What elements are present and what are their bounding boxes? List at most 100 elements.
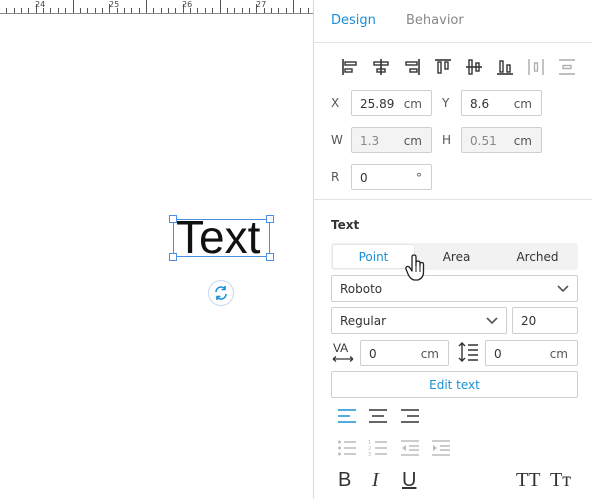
decrease-indent-icon xyxy=(401,440,419,456)
section-divider xyxy=(314,199,592,200)
x-field[interactable]: 25.89 cm xyxy=(351,90,432,116)
ruler-tick xyxy=(249,8,250,13)
edit-text-button[interactable]: Edit text xyxy=(331,371,578,398)
rotation-value: 0 xyxy=(360,171,368,185)
ruler-tick xyxy=(28,8,29,13)
y-value: 8.6 xyxy=(470,97,490,111)
width-unit: cm xyxy=(403,134,422,148)
alignment-toolbar xyxy=(334,55,582,79)
text-align-left-button[interactable] xyxy=(334,405,360,427)
width-field[interactable]: 1.3 cm xyxy=(351,127,432,153)
mode-area-button[interactable]: Area xyxy=(416,243,497,270)
align-bottom-icon xyxy=(496,60,513,75)
align-left-button[interactable] xyxy=(334,55,365,79)
ruler-tick xyxy=(227,8,228,13)
ruler-tick xyxy=(197,8,198,13)
w-label: W xyxy=(331,133,343,147)
text-align-right-icon xyxy=(401,409,419,423)
text-mode-switch: Point Area Arched xyxy=(331,243,578,270)
tab-behavior[interactable]: Behavior xyxy=(406,13,464,28)
ruler-tick xyxy=(21,8,22,13)
bold-button[interactable]: B xyxy=(338,469,351,492)
selected-text-object[interactable]: Text xyxy=(169,214,274,261)
resize-handle-top-left[interactable] xyxy=(169,215,177,223)
rotation-field[interactable]: 0 ° xyxy=(351,164,432,190)
bullet-list-button[interactable] xyxy=(334,437,360,459)
align-top-button[interactable] xyxy=(427,55,458,79)
svg-text:3: 3 xyxy=(368,452,371,457)
increase-indent-button[interactable] xyxy=(428,437,454,459)
numbered-list-button[interactable]: 123 xyxy=(365,437,391,459)
resize-handle-top-right[interactable] xyxy=(266,215,274,223)
letter-spacing-icon-wrap: VA xyxy=(330,341,356,363)
letter-spacing-input[interactable]: 0 cm xyxy=(360,340,449,366)
properties-panel: Design Behavior X 25.89 cm Y 8.6 cm W 1.… xyxy=(313,0,592,498)
align-right-button[interactable] xyxy=(396,55,427,79)
mode-point-button[interactable]: Point xyxy=(332,244,415,269)
letter-spacing-unit: cm xyxy=(420,347,439,361)
decrease-indent-button[interactable] xyxy=(397,437,423,459)
ruler-tick xyxy=(286,8,287,13)
ruler-tick xyxy=(102,8,103,13)
height-field[interactable]: 0.51 cm xyxy=(461,127,542,153)
text-align-center-button[interactable] xyxy=(365,405,391,427)
ruler-tick xyxy=(50,8,51,13)
design-canvas[interactable]: 24 25 26 27 Text xyxy=(0,0,313,498)
ruler-tick xyxy=(308,8,309,13)
line-spacing-value: 0 xyxy=(494,347,502,361)
chevron-down-icon xyxy=(557,285,569,293)
chevron-down-icon xyxy=(486,317,498,325)
font-family-select[interactable]: Roboto xyxy=(331,275,578,302)
horizontal-ruler: 24 25 26 27 xyxy=(0,0,313,14)
resize-handle-bottom-right[interactable] xyxy=(266,253,274,261)
letter-spacing-value: 0 xyxy=(369,347,377,361)
text-align-right-button[interactable] xyxy=(397,405,423,427)
ruler-tick xyxy=(271,8,272,13)
align-middle-v-button[interactable] xyxy=(458,55,489,79)
rotate-icon xyxy=(215,286,227,300)
text-align-left-icon xyxy=(338,409,356,423)
rotate-handle[interactable] xyxy=(208,280,234,306)
panel-tabs: Design Behavior xyxy=(314,0,592,43)
distribute-vertical-button[interactable] xyxy=(551,55,582,79)
ruler-tick xyxy=(65,8,66,13)
distribute-vertical-icon xyxy=(558,59,575,75)
line-spacing-input[interactable]: 0 cm xyxy=(485,340,578,366)
line-spacing-unit: cm xyxy=(549,347,568,361)
align-center-h-button[interactable] xyxy=(365,55,396,79)
line-spacing-icon-wrap xyxy=(455,341,481,363)
ruler-label: 26 xyxy=(182,0,193,9)
ruler-tick xyxy=(153,8,154,13)
resize-handle-bottom-left[interactable] xyxy=(169,253,177,261)
h-label: H xyxy=(442,133,452,147)
increase-indent-icon xyxy=(432,440,450,456)
font-weight-select[interactable]: Regular xyxy=(331,307,507,334)
mode-arched-button[interactable]: Arched xyxy=(497,243,578,270)
ruler-tick xyxy=(124,8,125,13)
line-spacing-icon xyxy=(458,342,478,362)
ruler-tick xyxy=(234,8,235,13)
ruler-tick xyxy=(131,8,132,13)
r-label: R xyxy=(331,170,340,184)
y-field[interactable]: 8.6 cm xyxy=(461,90,542,116)
font-size-input[interactable]: 20 xyxy=(512,307,578,334)
tab-design[interactable]: Design xyxy=(331,13,376,28)
align-right-icon xyxy=(404,59,420,75)
underline-button[interactable]: U xyxy=(402,469,416,492)
ruler-tick xyxy=(175,8,176,13)
align-center-vertical-icon xyxy=(465,59,482,75)
distribute-horizontal-button[interactable] xyxy=(520,55,551,79)
ruler-tick xyxy=(6,8,7,13)
ruler-tick xyxy=(220,0,221,13)
align-top-icon xyxy=(434,59,451,74)
ruler-tick xyxy=(58,8,59,13)
ruler-label: 25 xyxy=(109,0,120,9)
titlecase-button[interactable]: Tт xyxy=(550,469,571,492)
italic-button[interactable]: I xyxy=(372,469,379,492)
font-family-value: Roboto xyxy=(340,282,383,296)
ruler-label: 27 xyxy=(256,0,267,9)
uppercase-button[interactable]: TT xyxy=(516,469,540,492)
x-unit: cm xyxy=(403,97,422,111)
text-section-heading: Text xyxy=(331,218,360,232)
align-bottom-button[interactable] xyxy=(489,55,520,79)
